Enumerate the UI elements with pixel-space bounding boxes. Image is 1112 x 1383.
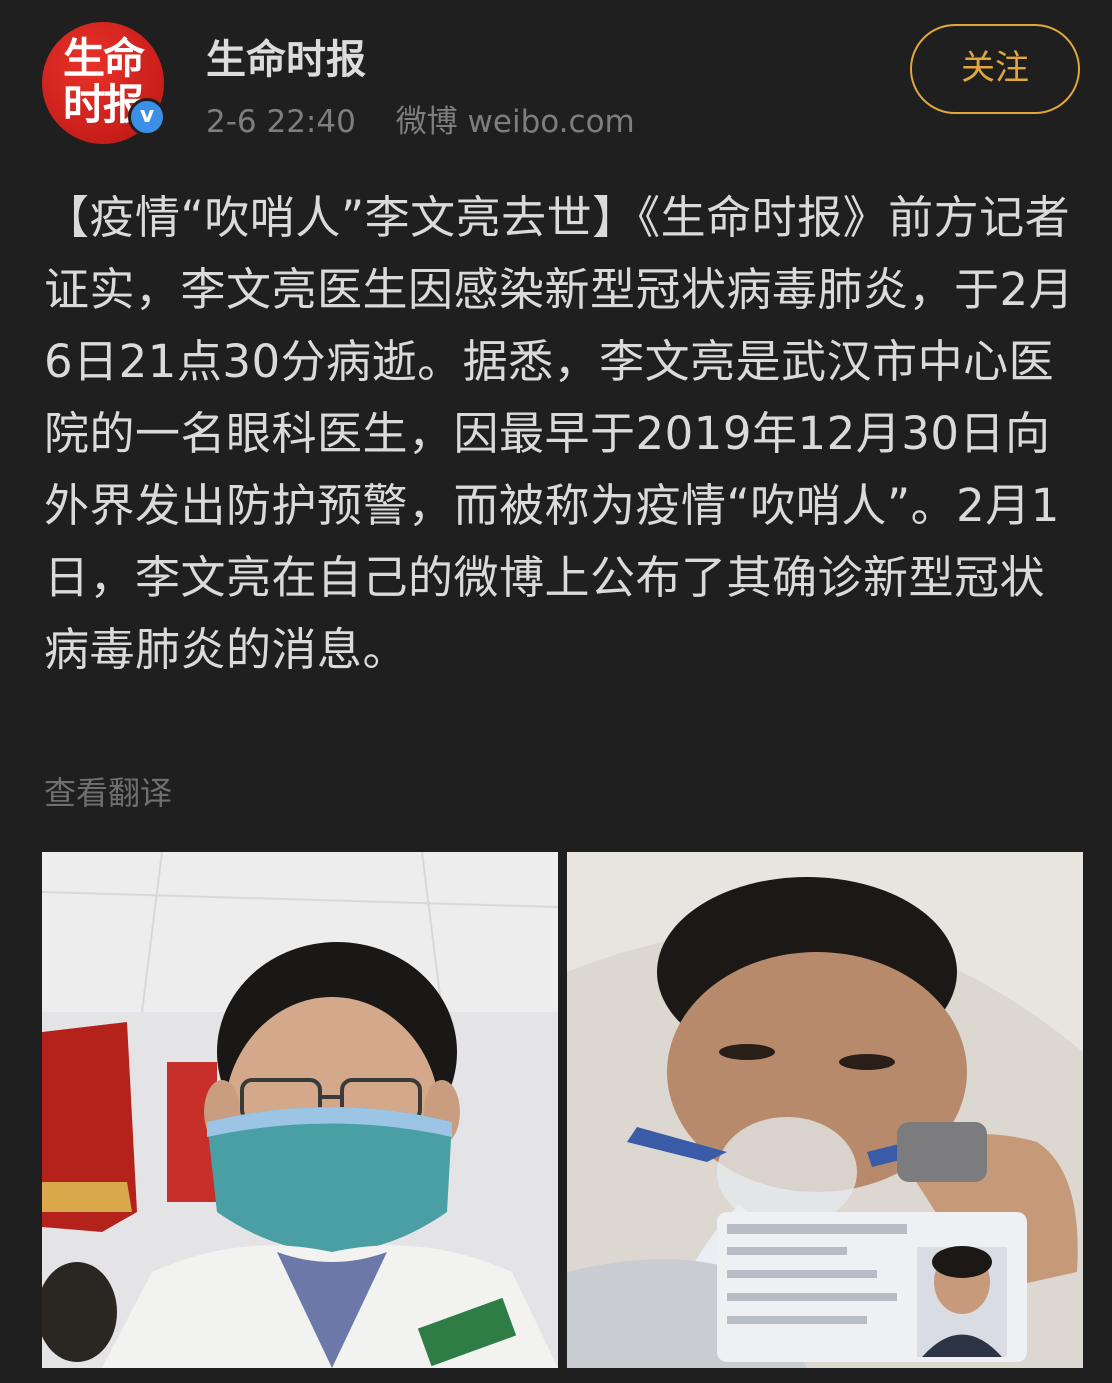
follow-button[interactable]: 关注 [910,24,1080,114]
post-meta: 2-6 22:40 微博 weibo.com [206,100,665,144]
verified-icon: v [128,98,166,136]
account-name[interactable]: 生命时报 [206,34,366,86]
translate-link[interactable]: 查看翻译 [44,768,172,818]
photo-selfie-image [42,852,558,1368]
post-body-text: 【疫情“吹哨人”李文亮去世】《生命时报》前方记者证实，李文亮医生因感染新型冠状病… [44,191,1075,676]
post-source: 微博 weibo.com [395,104,635,140]
post-time: 2-6 22:40 [206,104,356,140]
post-header: 生命 时报 v 生命时报 2-6 22:40 微博 weibo.com 关注 [0,0,1112,160]
photo-hospital-bed-with-id-card[interactable] [567,852,1083,1368]
photo-selfie-with-mask[interactable] [42,852,558,1368]
photo-hospital-image [567,852,1083,1368]
